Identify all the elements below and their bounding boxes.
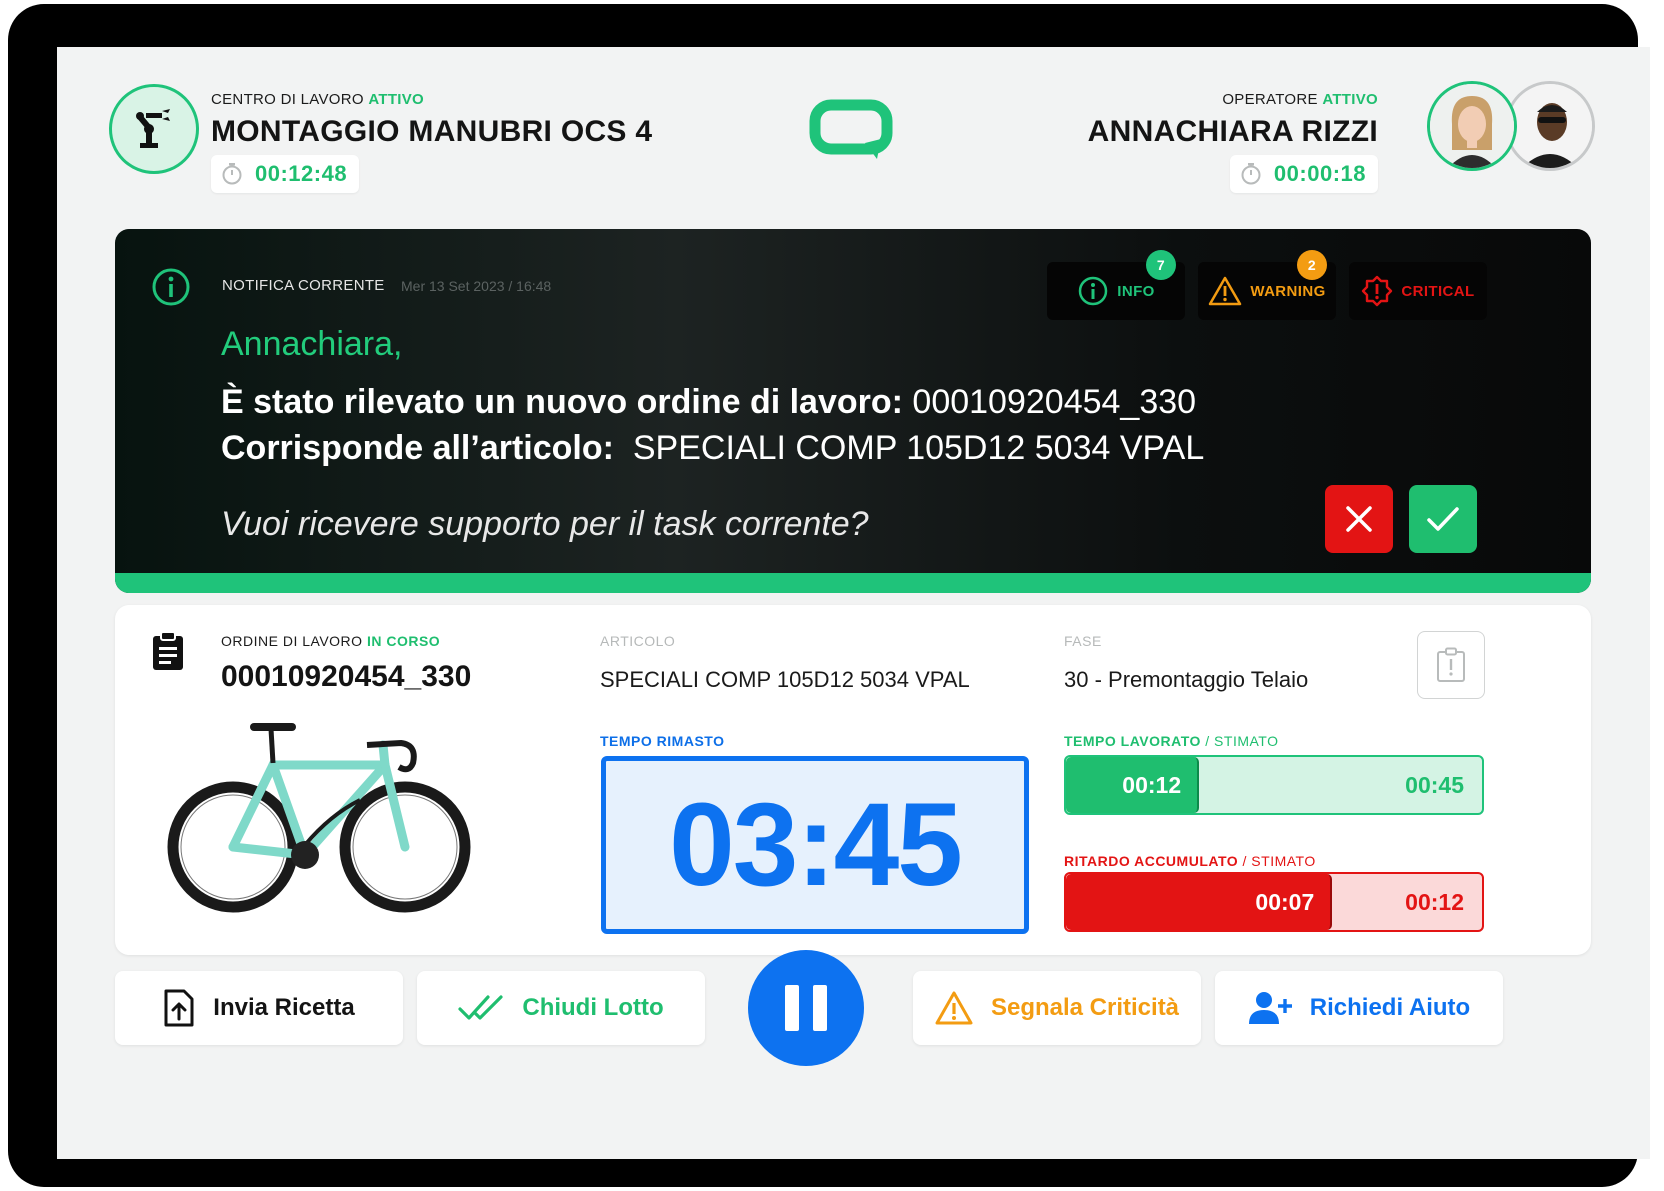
check-icon: [1427, 507, 1459, 531]
operator-label: OPERATORE ATTIVO: [1222, 91, 1378, 108]
worked-time-estimated: 00:45: [1405, 771, 1464, 798]
delay-bar: 00:07 00:12: [1064, 872, 1484, 932]
critical-icon: [1362, 275, 1393, 307]
accept-button[interactable]: [1409, 485, 1477, 553]
pause-button[interactable]: [748, 950, 864, 1066]
pause-icon-bar: [785, 985, 799, 1031]
notification-date: Mer 13 Set 2023 / 16:48: [401, 278, 552, 294]
close-batch-button[interactable]: Chiudi Lotto: [417, 971, 705, 1045]
notification-article-value: SPECIALI COMP 105D12 5034 VPAL: [632, 429, 1205, 467]
app-screen: CENTRO DI LAVORO ATTIVO MONTAGGIO MANUBR…: [57, 47, 1650, 1159]
operator-name: ANNACHIARA RIZZI: [1087, 115, 1378, 148]
worked-time-label: TEMPO LAVORATO / STIMATO: [1064, 733, 1279, 749]
delay-value: 00:07: [1255, 888, 1315, 915]
remaining-time-label: TEMPO RIMASTO: [600, 733, 725, 749]
work-order-status: IN CORSO: [366, 633, 441, 649]
stopwatch-icon: [1241, 163, 1261, 185]
notification-greeting: Annachiara,: [221, 325, 403, 363]
filter-info-button[interactable]: INFO 7: [1047, 250, 1185, 320]
warning-count-badge: 2: [1297, 250, 1327, 280]
phase-value: 30 - Premontaggio Telaio: [1064, 667, 1309, 692]
article-label: ARTICOLO: [600, 633, 676, 649]
warning-icon: [1209, 276, 1242, 306]
clipboard-alert-icon: [1437, 647, 1465, 682]
phase-label: FASE: [1064, 633, 1102, 649]
notification-panel: NOTIFICA CORRENTE Mer 13 Set 2023 / 16:4…: [115, 229, 1591, 593]
brand-logo: [809, 99, 893, 159]
workcenter-name: MONTAGGIO MANUBRI OCS 4: [211, 115, 653, 148]
remaining-time-display: 03:45: [601, 756, 1029, 934]
warning-icon: [935, 991, 973, 1025]
robot-arm-icon: [109, 84, 199, 174]
article-value: SPECIALI COMP 105D12 5034 VPAL: [600, 667, 970, 692]
notification-progress-bar: [115, 573, 1591, 593]
delay-estimated: 00:12: [1405, 888, 1464, 915]
notification-order-value: 00010920454_330: [912, 383, 1197, 421]
worked-time-bar: 00:12 00:45: [1064, 755, 1484, 815]
delay-label: RITARDO ACCUMULATO / STIMATO: [1064, 853, 1316, 869]
work-order-label: ORDINE DI LAVORO IN CORSO: [221, 633, 441, 649]
worked-time-value: 00:12: [1122, 771, 1182, 798]
operator-timer: 00:00:18: [1229, 155, 1378, 193]
filter-warning-button[interactable]: WARNING 2: [1198, 250, 1336, 320]
notification-question: Vuoi ricevere supporto per il task corre…: [221, 505, 869, 543]
filter-critical-button[interactable]: CRITICAL: [1349, 262, 1487, 320]
workcenter-timer: 00:12:48: [211, 155, 360, 193]
notification-order-line: È stato rilevato un nuovo ordine di lavo…: [221, 383, 1197, 421]
bicycle-image: [167, 723, 471, 913]
report-issue-button[interactable]: Segnala Criticità: [913, 971, 1201, 1045]
operator-avatar[interactable]: [1427, 81, 1517, 171]
pause-icon-bar: [813, 985, 827, 1031]
info-icon: [152, 268, 190, 306]
order-details-button[interactable]: [1417, 631, 1485, 699]
file-upload-icon: [164, 989, 194, 1027]
add-user-icon: [1248, 992, 1292, 1024]
notification-article-line: Corrisponde all’articolo: SPECIALI COMP …: [221, 429, 1205, 467]
notification-label: NOTIFICA CORRENTE: [222, 277, 385, 294]
send-recipe-button[interactable]: Invia Ricetta: [115, 971, 403, 1045]
stopwatch-icon: [222, 163, 242, 185]
close-icon: [1346, 506, 1372, 532]
reject-button[interactable]: [1325, 485, 1393, 553]
work-order-number: 00010920454_330: [221, 660, 472, 693]
device-frame: CENTRO DI LAVORO ATTIVO MONTAGGIO MANUBR…: [8, 4, 1650, 1187]
clipboard-icon: [153, 631, 183, 670]
header: CENTRO DI LAVORO ATTIVO MONTAGGIO MANUBR…: [57, 47, 1650, 217]
request-help-button[interactable]: Richiedi Aiuto: [1215, 971, 1503, 1045]
workcenter-label: CENTRO DI LAVORO ATTIVO: [211, 91, 425, 108]
info-icon: [1079, 276, 1108, 306]
work-order-card: ORDINE DI LAVORO IN CORSO 00010920454_33…: [115, 605, 1591, 955]
secondary-operator-avatar[interactable]: [1505, 81, 1595, 171]
double-check-icon: [458, 995, 503, 1020]
operator-status: ATTIVO: [1322, 91, 1378, 108]
workcenter-status: ATTIVO: [368, 91, 425, 108]
info-count-badge: 7: [1146, 250, 1176, 280]
